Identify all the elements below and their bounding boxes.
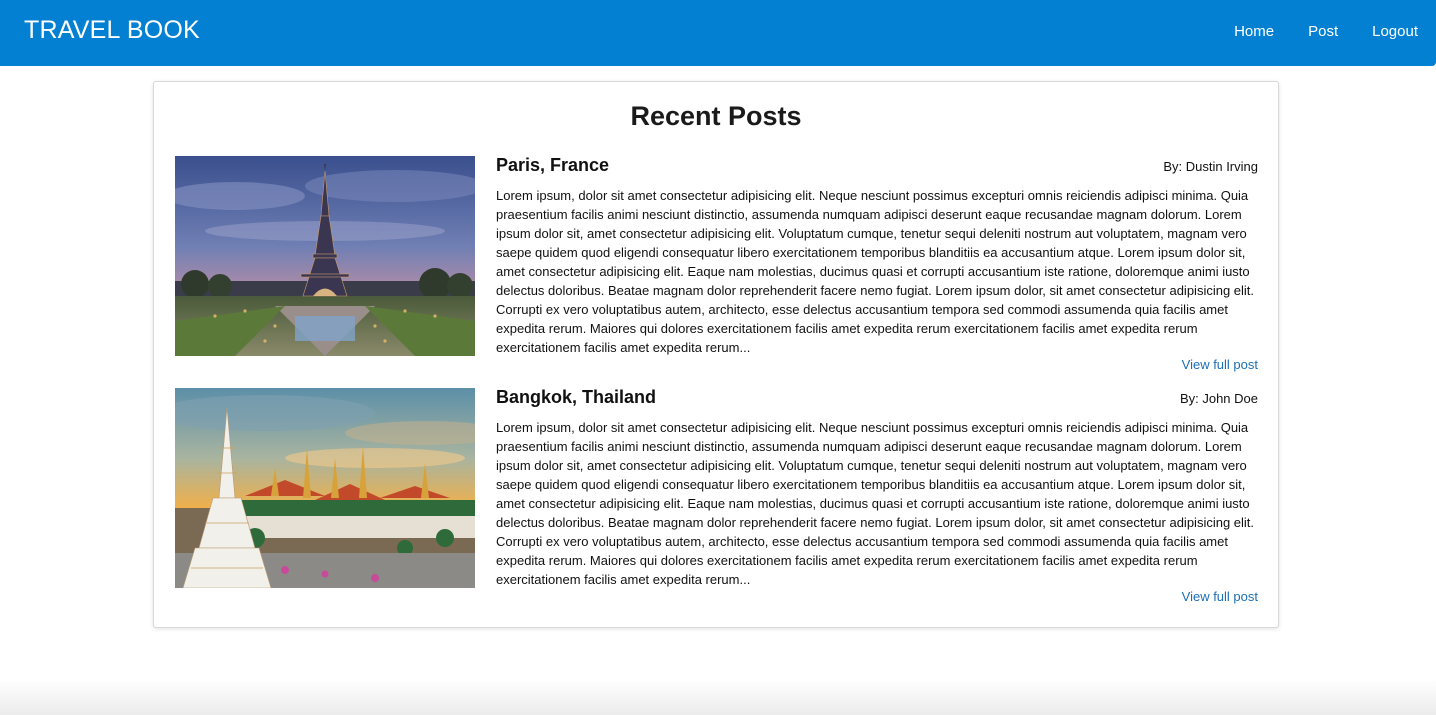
post-excerpt: Lorem ipsum, dolor sit amet consectetur … — [496, 188, 1255, 355]
page-title: Recent Posts — [630, 101, 802, 131]
post-item: Paris, France By: Dustin Irving Lorem ip… — [175, 155, 1258, 372]
post-image-grand-palace[interactable] — [175, 388, 475, 588]
eiffel-tower-illustration — [175, 156, 475, 356]
nav-links: Home Post Logout — [1234, 23, 1418, 40]
nav-post-link[interactable]: Post — [1308, 23, 1338, 40]
window-bottom-shadow — [0, 679, 1436, 715]
post-author: By: Dustin Irving — [1163, 159, 1258, 174]
post-image-eiffel-tower[interactable] — [175, 156, 475, 356]
post-title[interactable]: Paris, France — [496, 155, 609, 176]
top-navbar: TRAVEL BOOK Home Post Logout — [0, 0, 1436, 66]
grand-palace-illustration — [175, 388, 475, 588]
post-title[interactable]: Bangkok, Thailand — [496, 387, 656, 408]
nav-logout-link[interactable]: Logout — [1372, 23, 1418, 40]
post-item: Bangkok, Thailand By: John Doe Lorem ips… — [175, 387, 1258, 604]
view-full-post-link[interactable]: View full post — [1182, 357, 1258, 372]
post-excerpt: Lorem ipsum, dolor sit amet consectetur … — [496, 420, 1255, 587]
brand-logo[interactable]: TRAVEL BOOK — [24, 16, 200, 45]
view-full-post-link[interactable]: View full post — [1182, 589, 1258, 604]
nav-home-link[interactable]: Home — [1234, 23, 1274, 40]
recent-posts-card: Recent Posts Paris, France By: Dustin Ir… — [153, 81, 1279, 628]
post-author: By: John Doe — [1179, 391, 1258, 406]
